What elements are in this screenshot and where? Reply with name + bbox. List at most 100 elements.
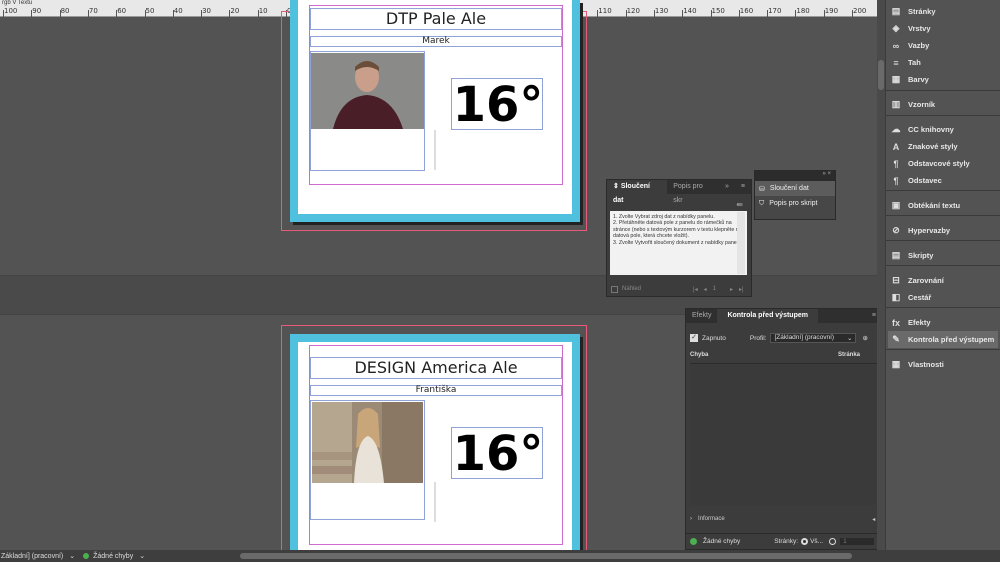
page-1-title-frame[interactable]: DTP Pale Ale — [310, 8, 562, 30]
define-profiles-icon[interactable]: ⊕ — [862, 334, 867, 342]
tab-script-label[interactable]: Popis pro skr — [667, 180, 719, 204]
dock-item-label: Efekty — [908, 318, 931, 327]
dock-item-properties[interactable]: ▦ Vlastnosti — [890, 356, 998, 373]
pages-range-input[interactable]: 1 — [840, 538, 875, 545]
page-1-name-frame[interactable]: Marek — [310, 36, 562, 47]
dock-item-pathfinder[interactable]: ◧ Cestář — [890, 289, 998, 306]
pages-range-radio[interactable] — [829, 538, 837, 545]
flyout-item-data-merge[interactable]: ⛁ Sloučení dat — [755, 181, 835, 196]
page-1-photo[interactable] — [311, 53, 424, 129]
dock-item-hyperlinks[interactable]: ⊘ Hypervazby — [890, 222, 998, 239]
text-wrap-icon: ▣ — [891, 200, 901, 210]
document-tab[interactable]: rgb V Textu — [0, 0, 33, 6]
page-1[interactable]: DTP Pale Ale Marek 16° — [290, 0, 580, 222]
ruler-tick — [710, 10, 712, 17]
tab-preflight[interactable]: Kontrola před výstupem — [717, 309, 818, 323]
dock-item-effects[interactable]: fx Efekty — [890, 314, 998, 331]
prev-record-icon[interactable]: ◂ — [704, 286, 707, 293]
preflight-panel[interactable]: Efekty Kontrola před výstupem ≡ ✓ Zapnut… — [685, 308, 883, 534]
ruler-tick-label: 140 — [683, 7, 697, 15]
chevron-down-icon[interactable]: ⌄ — [139, 552, 145, 560]
ruler-tick-label: 30 — [202, 7, 212, 15]
status-profile[interactable]: Základní] (pracovní) — [1, 553, 63, 560]
col-error[interactable]: Chyba — [690, 352, 838, 363]
ruler-tick-label: 100 — [4, 7, 18, 15]
dock-item-align[interactable]: ⊟ Zarovnání — [890, 272, 998, 289]
ruler-tick — [823, 10, 825, 17]
record-number[interactable]: 1 — [713, 286, 716, 292]
last-record-icon[interactable]: ▸| — [739, 286, 744, 293]
dock-item-pages[interactable]: ▤ Stránky — [890, 3, 998, 20]
col-page[interactable]: Stránka — [838, 352, 860, 363]
page-2-temp-frame[interactable]: 16° — [451, 426, 543, 482]
data-merge-panel[interactable]: ⇕ Sloučení dat Popis pro skr » ≡ ⇚ 1. Zv… — [606, 179, 752, 297]
enabled-checkbox[interactable]: ✓ — [690, 334, 698, 342]
scripts-icon: ▤ — [891, 250, 901, 260]
vertical-scrollbar[interactable] — [877, 0, 885, 550]
preview-checkbox[interactable] — [611, 285, 618, 293]
hyperlinks-icon: ⊘ — [892, 225, 900, 235]
dock-item-cc-libraries[interactable]: ☁ CC knihovny — [890, 121, 998, 138]
tab-effects[interactable]: Efekty — [686, 309, 717, 323]
ruler-tick — [682, 10, 684, 17]
page-2-title-frame[interactable]: DESIGN America Ale — [310, 357, 562, 379]
page-1-temp-frame[interactable]: 16° — [451, 77, 543, 133]
collapse-icon: ⇕ — [613, 183, 621, 190]
dock-item-sample[interactable]: ▥ Vzorník — [890, 96, 998, 113]
preflight-status-text: Žádné chyby — [703, 538, 741, 545]
dock-item-preflight[interactable]: ✎ Kontrola před výstupem — [888, 331, 998, 348]
ruler-tick-label: 200 — [853, 7, 867, 15]
ruler-tick — [738, 10, 740, 17]
chevron-down-icon[interactable]: ⌄ — [69, 552, 75, 560]
dock-item-layers[interactable]: ◈ Vrstvy — [890, 20, 998, 37]
status-errors[interactable]: Žádné chyby — [93, 553, 133, 560]
dock-item-label: Zarovnání — [908, 276, 944, 285]
ruler-tick-label: 60 — [117, 7, 127, 15]
info-row[interactable]: ›Informace ◂ ▸ — [690, 514, 880, 524]
ruler-tick-label: 110 — [598, 7, 612, 15]
pages-all-radio[interactable] — [801, 538, 809, 545]
dock-item-label: Cestář — [908, 293, 932, 302]
tab-data-merge[interactable]: ⇕ Sloučení dat — [607, 180, 668, 204]
dock-item-text-wrap[interactable]: ▣ Obtékání textu — [890, 197, 998, 214]
next-record-icon[interactable]: ▸ — [730, 286, 733, 293]
stroke-icon: ≡ — [893, 57, 899, 68]
character-styles-icon: A — [892, 141, 900, 152]
collapsed-panel-group[interactable]: » × ⛁ Sloučení dat ⛉ Popis pro skript — [754, 170, 836, 220]
ruler-tick — [201, 10, 203, 17]
horizontal-scrollbar[interactable] — [240, 553, 852, 559]
status-ok-dot — [83, 553, 90, 559]
first-record-icon[interactable]: |◂ — [693, 286, 698, 293]
dock-item-label: Vrstvy — [908, 24, 931, 33]
script-label-icon: ⛉ — [759, 199, 765, 207]
dock-item-links[interactable]: ∞ Vazby — [890, 37, 998, 54]
profile-select[interactable]: [Základní] (pracovní) ⌄ — [770, 333, 857, 343]
dock-item-paragraph[interactable]: ¶ Odstavec — [890, 172, 998, 189]
dock-item-scripts[interactable]: ▤ Skripty — [890, 247, 998, 264]
dock-separator — [886, 349, 1000, 350]
select-source-icon[interactable]: ⇚ — [736, 200, 743, 209]
expand-icon[interactable]: » — [719, 180, 735, 194]
preflight-tabs: Efekty Kontrola před výstupem ≡ — [686, 309, 882, 323]
dock-item-label: Barvy — [908, 75, 929, 84]
links-icon: ∞ — [892, 40, 900, 51]
dock-item-label: Obtékání textu — [908, 201, 961, 210]
document-canvas[interactable]: DTP Pale Ale Marek 16° DESIGN America Al… — [0, 0, 885, 562]
instructions-scrollbar[interactable] — [737, 212, 745, 274]
ruler-tick — [795, 10, 797, 17]
dock-item-character-styles[interactable]: A Znakové styly — [890, 138, 998, 155]
flyout-item-script-label[interactable]: ⛉ Popis pro skript — [755, 196, 835, 211]
ruler-tick — [172, 10, 174, 17]
panel-menu-icon[interactable]: ≡ — [735, 180, 751, 194]
vertical-scroll-thumb[interactable] — [878, 60, 884, 90]
errors-list — [690, 365, 880, 505]
dock-item-stroke[interactable]: ≡ Tah — [890, 54, 998, 71]
page-2-column-guide — [434, 482, 436, 522]
page-2-name-frame[interactable]: Františka — [310, 385, 562, 396]
page-2-photo[interactable] — [312, 402, 423, 483]
ruler-tick-label: 160 — [739, 7, 754, 15]
dock-item-paragraph-styles[interactable]: ¶ Odstavcové styly — [890, 155, 998, 172]
ruler-tick — [653, 10, 655, 17]
dock-item-swatches[interactable]: ▦ Barvy — [890, 71, 998, 88]
page-2[interactable]: DESIGN America Ale Františka 16° — [290, 334, 580, 554]
